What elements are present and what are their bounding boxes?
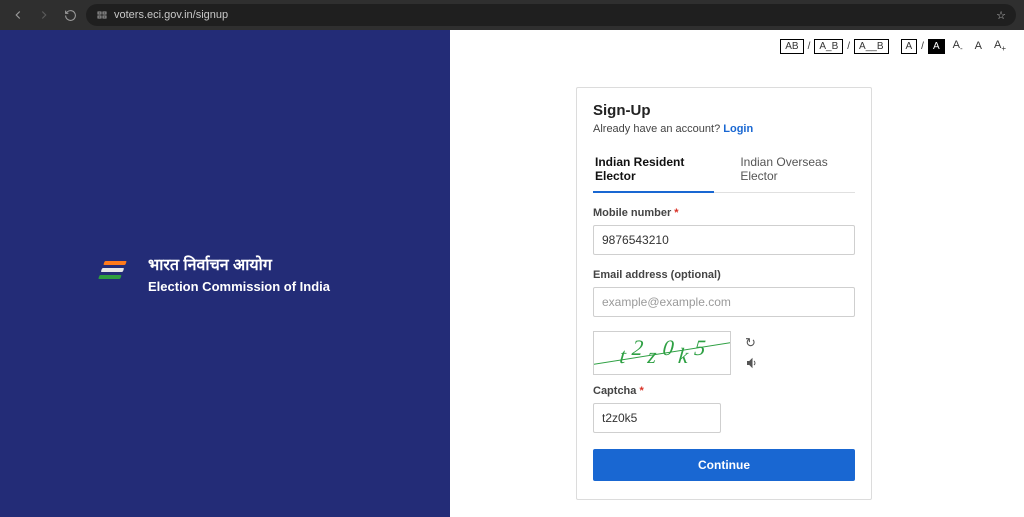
- brand-title-english: Election Commission of India: [148, 279, 330, 294]
- a11y-contrast-normal[interactable]: A: [901, 39, 918, 54]
- captcha-label: Captcha *: [593, 385, 855, 397]
- tab-overseas-elector[interactable]: Indian Overseas Elector: [738, 149, 855, 192]
- a11y-contrast-invert[interactable]: A: [928, 39, 945, 54]
- address-bar[interactable]: voters.eci.gov.in/signup ☆: [86, 4, 1016, 26]
- brand-panel: भारत निर्वाचन आयोग Election Commission o…: [0, 30, 450, 517]
- site-settings-icon: [96, 9, 108, 21]
- a11y-font-increase[interactable]: A: [990, 38, 1010, 54]
- captcha-audio-icon[interactable]: [745, 357, 759, 372]
- captcha-image: t 2 z 0 k 5: [593, 331, 731, 375]
- signup-card: Sign-Up Already have an account? Login I…: [576, 87, 872, 500]
- accessibility-toolbar: AB/ A_B/ A__B A/ A A A A: [780, 38, 1010, 54]
- signup-heading: Sign-Up: [593, 102, 855, 119]
- a11y-option-ab[interactable]: AB: [780, 39, 803, 54]
- captcha-input[interactable]: [593, 403, 721, 433]
- mobile-input[interactable]: [593, 225, 855, 255]
- a11y-option-a-b[interactable]: A_B: [814, 39, 843, 54]
- forward-icon[interactable]: [34, 5, 54, 25]
- continue-button[interactable]: Continue: [593, 449, 855, 481]
- url-text: voters.eci.gov.in/signup: [114, 9, 990, 21]
- tab-resident-elector[interactable]: Indian Resident Elector: [593, 149, 714, 193]
- mobile-label: Mobile number *: [593, 207, 855, 219]
- back-icon[interactable]: [8, 5, 28, 25]
- a11y-font-normal[interactable]: A: [971, 39, 986, 53]
- email-label: Email address (optional): [593, 269, 855, 281]
- eci-logo: [100, 257, 134, 291]
- captcha-refresh-icon[interactable]: ↻: [745, 335, 759, 351]
- elector-tabs: Indian Resident Elector Indian Overseas …: [593, 149, 855, 193]
- reload-icon[interactable]: [60, 5, 80, 25]
- email-input[interactable]: [593, 287, 855, 317]
- a11y-option-a--b[interactable]: A__B: [854, 39, 888, 54]
- login-link[interactable]: Login: [723, 123, 753, 135]
- a11y-font-decrease[interactable]: A: [949, 38, 967, 54]
- browser-toolbar: voters.eci.gov.in/signup ☆: [0, 0, 1024, 30]
- bookmark-star-icon[interactable]: ☆: [996, 9, 1006, 22]
- brand-title-hindi: भारत निर्वाचन आयोग: [148, 253, 330, 275]
- already-have-account: Already have an account? Login: [593, 123, 855, 135]
